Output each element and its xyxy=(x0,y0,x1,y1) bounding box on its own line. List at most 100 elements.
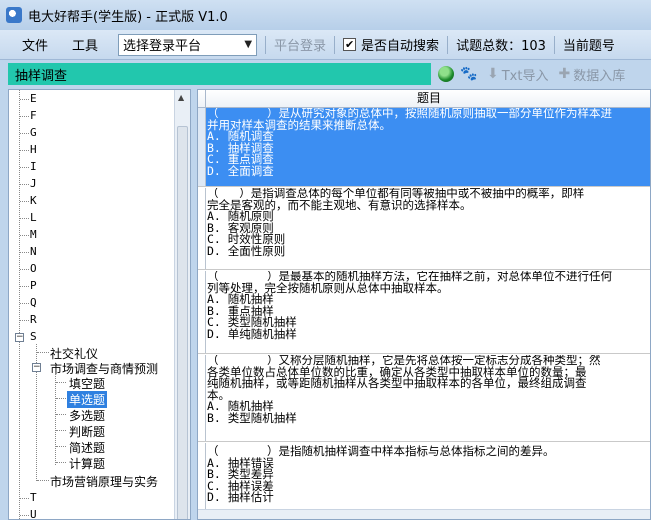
auto-search-toggle[interactable]: ✔ 是否自动搜索 xyxy=(343,35,439,54)
row-selector[interactable] xyxy=(198,355,206,441)
tree-connector xyxy=(20,515,29,516)
tree-node-h[interactable]: H xyxy=(30,143,37,156)
title-bar: 电大好帮手(学生版) - 正式版 V1.0 xyxy=(0,0,651,30)
current-question-label: 当前题号 xyxy=(562,39,615,54)
question-row[interactable]: （ ）是从研究对象的总体中，按照随机原则抽取一部分单位作为样本进 并用对样本调查的… xyxy=(198,108,650,187)
tree-node-e[interactable]: E xyxy=(30,92,37,105)
tree-connector xyxy=(20,235,29,236)
question-line: 纯随机抽样，或等距随机抽样从各类型中抽取样本的各单位，最终组成调查 xyxy=(207,376,587,390)
platform-select-value: 选择登录平台 xyxy=(123,39,202,54)
tree-scroll-thumb[interactable] xyxy=(177,126,188,519)
menu-file[interactable]: 文件 xyxy=(10,35,60,54)
platform-login-button[interactable]: 平台登录 xyxy=(274,35,326,54)
plus-icon: ✚ xyxy=(558,66,571,82)
tree-node-i[interactable]: I xyxy=(30,160,37,173)
grid-horizontal-scrollbar[interactable] xyxy=(198,509,650,519)
tree-node-true-false[interactable]: 判断题 xyxy=(69,423,105,440)
option-line: D. 单纯随机抽样 xyxy=(207,326,297,341)
tree-scrollbar[interactable]: ▲ xyxy=(174,90,190,519)
question-cell[interactable]: （ ）是从研究对象的总体中，按照随机原则抽取一部分单位作为样本进 并用对样本调查的… xyxy=(206,108,650,186)
option-line: B. 类型随机抽样 xyxy=(207,410,297,425)
tree-node-k[interactable]: K xyxy=(30,194,37,207)
tree-node-g[interactable]: G xyxy=(30,126,37,139)
tree-node-r[interactable]: R xyxy=(30,313,37,326)
tree-connector xyxy=(20,150,29,151)
question-cell[interactable]: （ ）是指调查总体的每个单位都有同等被抽中或不被抽中的概率，即样 完全是客观的，而… xyxy=(206,188,650,269)
tree-node-t[interactable]: T xyxy=(30,491,37,504)
search-input[interactable]: 抽样调查 xyxy=(8,63,431,85)
tree-node-multiple-choice[interactable]: 多选题 xyxy=(69,407,105,424)
toolbar-separator xyxy=(334,35,336,54)
toolbar-separator xyxy=(265,35,267,54)
tree-connector xyxy=(20,116,29,117)
tree-node-u[interactable]: U xyxy=(30,508,37,519)
menu-bar: 文件 工具 选择登录平台 ▼ 平台登录 ✔ 是否自动搜索 试题总数：103 当前… xyxy=(0,30,651,60)
column-header-question[interactable]: 题目 xyxy=(206,90,650,107)
app-logo-icon xyxy=(6,7,22,23)
search-toolbar: 抽样调查 🐾 ⬇ Txt导入 ✚ 数据入库 xyxy=(0,61,651,87)
tree-node-calculation[interactable]: 计算题 xyxy=(69,455,105,472)
question-row[interactable]: （ ）是指随机抽样调查中样本指标与总体指标之间的差异。 A. 抽样错误 B. 类型差… xyxy=(198,443,650,511)
tree-connector xyxy=(20,498,29,499)
tree-connector-line xyxy=(19,90,20,519)
txt-import-button[interactable]: ⬇ Txt导入 xyxy=(487,65,548,84)
tree-node-short-answer[interactable]: 简述题 xyxy=(69,439,105,456)
tree-connector-line xyxy=(55,373,56,465)
question-row[interactable]: （ ）又称分层随机抽样，它是先将总体按一定标志分成各种类型；然 各类单位数占总体单… xyxy=(198,355,650,442)
tree-node-o[interactable]: O xyxy=(30,262,37,275)
paw-icon[interactable]: 🐾 xyxy=(460,66,477,82)
tree-connector xyxy=(20,303,29,304)
option-line: D. 全面调查 xyxy=(207,163,274,178)
question-row[interactable]: （ ）是最基本的随机抽样方法，它在抽样之前，对总体单位不进行任何 列等处理，完全按… xyxy=(198,271,650,354)
tree-connector xyxy=(20,269,29,270)
tree-node-p[interactable]: P xyxy=(30,279,37,292)
question-cell[interactable]: （ ）是最基本的随机抽样方法，它在抽样之前，对总体单位不进行任何 列等处理，完全按… xyxy=(206,271,650,353)
question-cell[interactable]: （ ）是指随机抽样调查中样本指标与总体指标之间的差异。 A. 抽样错误 B. 类型差… xyxy=(206,443,650,511)
tree-node-s[interactable]: S xyxy=(30,330,37,343)
platform-select[interactable]: 选择登录平台 ▼ xyxy=(118,33,258,56)
row-selector[interactable] xyxy=(198,108,206,186)
globe-icon[interactable] xyxy=(438,66,454,82)
question-cell[interactable]: （ ）又称分层随机抽样，它是先将总体按一定标志分成各种类型；然 各类单位数占总体单… xyxy=(206,355,650,441)
tree-node-marketing-principles[interactable]: 市场营销原理与实务 xyxy=(50,473,158,490)
row-selector[interactable] xyxy=(198,443,206,511)
search-input-value: 抽样调查 xyxy=(15,68,68,84)
tree-node-fill-blank[interactable]: 填空题 xyxy=(69,375,105,392)
question-grid[interactable]: 题目 （ ）是从研究对象的总体中，按照随机原则抽取一部分单位作为样本进 并用对样本… xyxy=(197,89,651,520)
tree-connector xyxy=(20,286,29,287)
question-row[interactable]: （ ）是指调查总体的每个单位都有同等被抽中或不被抽中的概率，即样 完全是客观的，而… xyxy=(198,188,650,270)
grid-header: 题目 xyxy=(198,90,650,108)
tree-expander-market-research[interactable]: − xyxy=(32,363,41,372)
tree-connector xyxy=(56,462,66,463)
tree-node-j[interactable]: J xyxy=(30,177,37,190)
tree-connector xyxy=(56,430,66,431)
tree-node-f[interactable]: F xyxy=(30,109,37,122)
scroll-up-icon[interactable]: ▲ xyxy=(178,93,184,102)
tree-node-l[interactable]: L xyxy=(30,211,37,224)
tree-connector xyxy=(20,167,29,168)
tree-connector xyxy=(56,414,66,415)
tree-node-m[interactable]: M xyxy=(30,228,37,241)
category-tree[interactable]: E F G H I J K L M N O P Q R − S 社交礼仪 − 市… xyxy=(8,89,191,520)
db-import-button[interactable]: ✚ 数据入库 xyxy=(558,65,625,84)
tree-node-q[interactable]: Q xyxy=(30,296,37,309)
auto-search-checkbox[interactable]: ✔ xyxy=(343,38,357,51)
tree-connector xyxy=(20,320,29,321)
tree-connector xyxy=(56,446,66,447)
tree-connector xyxy=(20,252,29,253)
tree-connector xyxy=(56,382,66,383)
tree-node-n[interactable]: N xyxy=(30,245,37,258)
tree-node-single-choice[interactable]: 单选题 xyxy=(67,391,108,408)
row-selector[interactable] xyxy=(198,188,206,269)
db-import-label: 数据入库 xyxy=(573,68,626,84)
menu-tools[interactable]: 工具 xyxy=(60,35,110,54)
tree-connector xyxy=(20,184,29,185)
toolbar-separator xyxy=(553,35,555,54)
toolbar-separator xyxy=(447,35,449,54)
tree-connector xyxy=(20,133,29,134)
question-total: 试题总数：103 xyxy=(456,39,546,54)
app-window: 电大好帮手(学生版) - 正式版 V1.0 文件 工具 选择登录平台 ▼ 平台登… xyxy=(0,0,651,520)
download-arrow-icon: ⬇ xyxy=(487,66,499,82)
tree-expander-s[interactable]: − xyxy=(15,333,24,342)
row-selector[interactable] xyxy=(198,271,206,353)
